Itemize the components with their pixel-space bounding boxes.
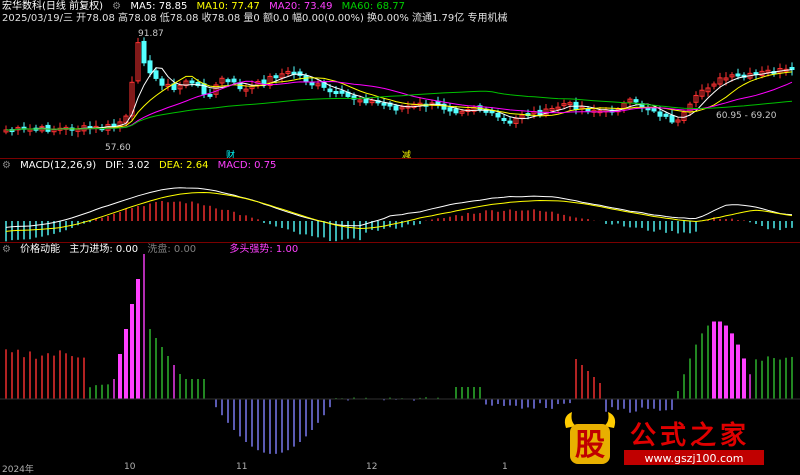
momentum-title: 价格动能 xyxy=(20,244,61,255)
momentum-bar xyxy=(736,344,740,399)
candle-body xyxy=(339,90,345,94)
quote-line: 2025/03/19/三 开78.08 高78.08 低78.08 收78.08… xyxy=(2,13,508,24)
high-price-label: 91.87 xyxy=(138,29,164,39)
macd-header: ⚙ MACD(12,26,9) DIF: 3.02 DEA: 2.64 MACD… xyxy=(2,160,282,172)
macd-value-label: MACD: 0.75 xyxy=(217,160,277,171)
candle-body xyxy=(273,75,279,79)
candle-body xyxy=(225,79,231,83)
range-label: 60.95 - 69.20 xyxy=(716,111,777,121)
low-price-label: 57.60 xyxy=(105,143,131,153)
momentum-bar xyxy=(130,304,134,399)
macd-panel: ⚙ MACD(12,26,9) DIF: 3.02 DEA: 2.64 MACD… xyxy=(0,159,800,242)
candle-body xyxy=(501,118,507,122)
candle-body xyxy=(393,105,399,111)
dif-label: DIF: 3.02 xyxy=(105,160,150,171)
candle-body xyxy=(153,70,159,79)
candle-body xyxy=(495,112,501,118)
x-tick: 12 xyxy=(366,462,378,472)
dif-line xyxy=(5,187,793,228)
candle-body xyxy=(207,93,213,97)
dea-label: DEA: 2.64 xyxy=(158,160,209,171)
bull-strong-label: 多头强势: 1.00 xyxy=(229,244,299,255)
main-entry-label: 主力进场: 0.00 xyxy=(69,244,139,255)
dea-line xyxy=(5,191,793,232)
stock-title: 宏华数科(日线 前复权) xyxy=(2,1,103,12)
candle-body xyxy=(147,60,153,74)
momentum-header: ⚙ 价格动能 主力进场: 0.00 洗盘: 0.00 多头强势: 1.00 xyxy=(2,244,304,256)
candle-body xyxy=(447,107,453,112)
settings-icon[interactable]: ⚙ xyxy=(2,244,11,255)
ma20-label: MA20: 73.49 xyxy=(269,1,333,12)
candle-body xyxy=(585,108,591,112)
momentum-bar xyxy=(712,321,716,399)
candle-body xyxy=(231,78,237,83)
price-header: 宏华数科(日线 前复权) ⚙ MA5: 78.85 MA10: 77.47 MA… xyxy=(2,1,411,13)
candle-body xyxy=(735,73,741,77)
candle-body xyxy=(453,108,459,114)
candle-body xyxy=(159,78,165,86)
ma5-label: MA5: 78.85 xyxy=(130,1,188,12)
candle-body xyxy=(261,79,267,85)
watermark-brand: 股 xyxy=(575,428,605,463)
watermark-url: www.gszj100.com xyxy=(644,452,743,465)
momentum-bar xyxy=(730,333,734,399)
price-panel: 宏华数科(日线 前复权) ⚙ MA5: 78.85 MA10: 77.47 MA… xyxy=(0,0,800,161)
candle-body xyxy=(141,40,147,64)
macd-title: MACD(12,26,9) xyxy=(20,160,97,171)
x-tick: 11 xyxy=(236,462,248,472)
x-tick: 1 xyxy=(502,462,508,472)
ma60-label: MA60: 68.77 xyxy=(341,1,406,12)
candle-body xyxy=(327,88,333,93)
candle-body xyxy=(189,80,195,84)
momentum-bar xyxy=(742,358,746,399)
candle-body xyxy=(669,115,675,123)
settings-icon[interactable]: ⚙ xyxy=(112,1,121,12)
candle-body xyxy=(309,82,315,86)
washout-label: 洗盘: 0.00 xyxy=(147,244,197,255)
ma10-label: MA10: 77.47 xyxy=(196,1,260,12)
x-tick: 2024年 xyxy=(2,465,34,475)
momentum-bar xyxy=(124,329,128,399)
candle-body xyxy=(657,111,663,117)
candle-body xyxy=(633,99,639,103)
momentum-bar xyxy=(136,279,140,399)
candle-body xyxy=(333,91,339,95)
momentum-bar xyxy=(718,321,722,399)
watermark-name: 公式之家 xyxy=(630,420,750,451)
watermark-logo: 股 公式之家 www.gszj100.com xyxy=(562,410,772,468)
candle-body xyxy=(789,66,795,70)
candle-body xyxy=(507,120,513,124)
candle-body xyxy=(381,102,387,106)
x-tick: 10 xyxy=(124,462,136,472)
settings-icon[interactable]: ⚙ xyxy=(2,160,11,171)
momentum-bar xyxy=(724,325,728,399)
candle-body xyxy=(663,113,669,117)
momentum-bar xyxy=(118,354,122,399)
